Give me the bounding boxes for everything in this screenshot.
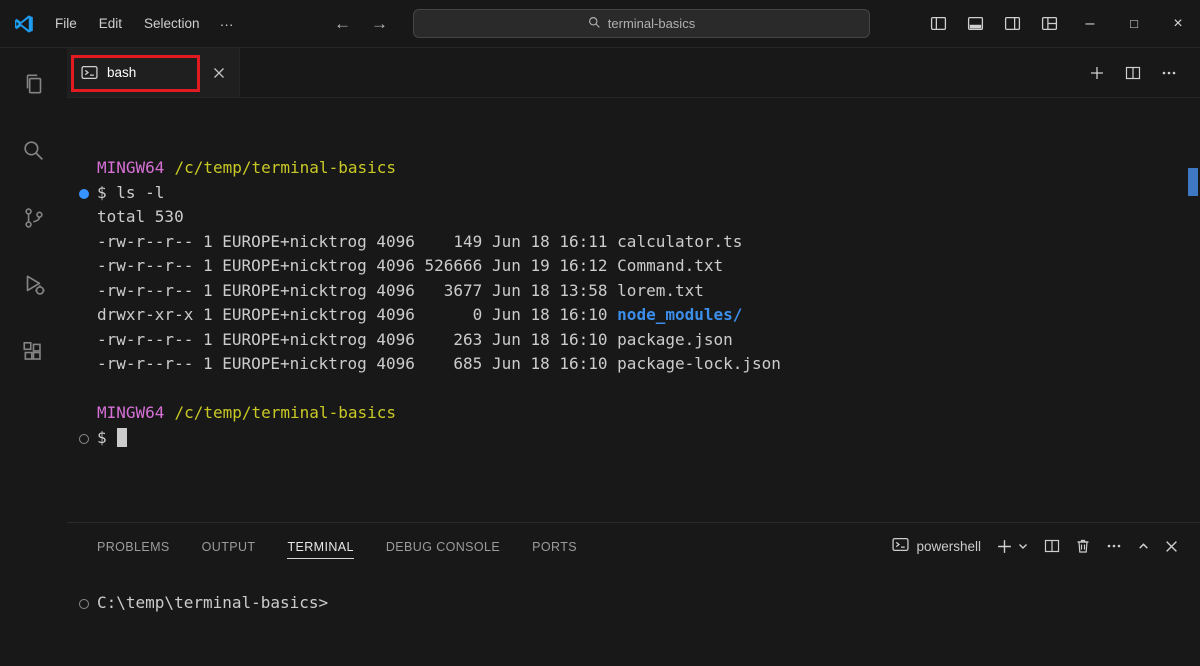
panel-tab-output[interactable]: OUTPUT bbox=[202, 533, 256, 559]
ls-row-meta: -rw-r--r-- 1 EUROPE+nicktrog 4096 149 Ju… bbox=[97, 232, 617, 251]
panel-terminal[interactable]: C:\temp\terminal-basics> bbox=[67, 569, 1200, 666]
prompt-path: /c/temp/terminal-basics bbox=[174, 158, 396, 177]
shell-label: powershell bbox=[916, 539, 981, 554]
maximize-panel-chevron-up-icon[interactable] bbox=[1137, 540, 1150, 553]
editor-terminal[interactable]: MINGW64/c/temp/terminal-basics $ ls -l t… bbox=[67, 98, 1200, 522]
command-center-search[interactable]: terminal-basics bbox=[413, 9, 870, 38]
search-label: terminal-basics bbox=[608, 16, 695, 31]
ls-row: -rw-r--r-- 1 EUROPE+nicktrog 4096 263 Ju… bbox=[97, 328, 1200, 353]
panel-tab-terminal[interactable]: TERMINAL bbox=[287, 533, 353, 559]
close-tab-icon[interactable] bbox=[213, 67, 225, 79]
ls-row-meta: -rw-r--r-- 1 EUROPE+nicktrog 4096 526666… bbox=[97, 256, 617, 275]
vscode-logo-icon bbox=[13, 13, 35, 35]
prompt-host: MINGW64 bbox=[97, 403, 164, 422]
titlebar-right-controls: – □ × bbox=[920, 0, 1200, 48]
new-terminal-plus-icon[interactable] bbox=[1082, 58, 1112, 88]
chevron-down-icon[interactable] bbox=[1017, 540, 1029, 552]
ls-row-name: Command.txt bbox=[617, 256, 723, 275]
menu-edit[interactable]: Edit bbox=[89, 12, 132, 35]
terminal-command-line: $ ls -l bbox=[97, 181, 1200, 206]
toggle-panel-icon[interactable] bbox=[957, 0, 994, 48]
ls-row-meta: drwxr-xr-x 1 EUROPE+nicktrog 4096 0 Jun … bbox=[97, 305, 617, 324]
more-actions-icon[interactable] bbox=[1154, 58, 1184, 88]
new-terminal-plus-icon[interactable] bbox=[996, 538, 1013, 555]
menu-selection[interactable]: Selection bbox=[134, 12, 210, 35]
ls-row-name: lorem.txt bbox=[617, 281, 704, 300]
new-terminal-control bbox=[996, 538, 1029, 555]
prompt-decoration-icon[interactable] bbox=[79, 599, 89, 609]
prompt-symbol: $ bbox=[97, 428, 107, 447]
forward-arrow-icon[interactable]: → bbox=[371, 14, 388, 34]
prompt-path: /c/temp/terminal-basics bbox=[174, 403, 396, 422]
panel-header: PROBLEMS OUTPUT TERMINAL DEBUG CONSOLE P… bbox=[67, 523, 1200, 569]
toggle-primary-sidebar-icon[interactable] bbox=[920, 0, 957, 48]
ls-row-name: package.json bbox=[617, 330, 733, 349]
close-panel-icon[interactable] bbox=[1165, 540, 1178, 553]
workbench-body: bash bbox=[0, 48, 1200, 666]
split-editor-icon[interactable] bbox=[1118, 58, 1148, 88]
ls-row: -rw-r--r-- 1 EUROPE+nicktrog 4096 149 Ju… bbox=[97, 230, 1200, 255]
prompt-decoration-icon[interactable] bbox=[79, 434, 89, 444]
close-window-button[interactable]: × bbox=[1156, 0, 1200, 48]
ls-row-meta: -rw-r--r-- 1 EUROPE+nicktrog 4096 685 Ju… bbox=[97, 354, 617, 373]
scrollbar-decoration[interactable] bbox=[1188, 168, 1198, 196]
ls-row-name: calculator.ts bbox=[617, 232, 742, 251]
panel-tab-problems[interactable]: PROBLEMS bbox=[97, 533, 170, 559]
customize-layout-icon[interactable] bbox=[1031, 0, 1068, 48]
extensions-icon[interactable] bbox=[0, 318, 67, 385]
split-terminal-icon[interactable] bbox=[1044, 538, 1060, 554]
panel-tabs: PROBLEMS OUTPUT TERMINAL DEBUG CONSOLE P… bbox=[97, 533, 577, 559]
kill-terminal-trash-icon[interactable] bbox=[1075, 538, 1091, 554]
tab-bar-actions bbox=[1082, 48, 1200, 97]
menu-file[interactable]: File bbox=[45, 12, 87, 35]
menu-bar: File Edit Selection ··· bbox=[45, 12, 242, 36]
panel-terminal-prompt-line: C:\temp\terminal-basics> bbox=[97, 591, 1200, 616]
terminal-input-line: $ bbox=[97, 426, 1200, 451]
ls-row: -rw-r--r-- 1 EUROPE+nicktrog 4096 3677 J… bbox=[97, 279, 1200, 304]
history-navigation: ← → bbox=[334, 0, 388, 48]
terminal-cursor bbox=[117, 428, 127, 447]
menu-overflow-button[interactable]: ··· bbox=[212, 12, 242, 36]
command-decoration-icon[interactable] bbox=[79, 189, 89, 199]
ls-row-name: package-lock.json bbox=[617, 354, 781, 373]
run-and-debug-icon[interactable] bbox=[0, 251, 67, 318]
editor-area: bash bbox=[67, 48, 1200, 666]
ls-row-name-directory: node_modules/ bbox=[617, 305, 742, 324]
back-arrow-icon[interactable]: ← bbox=[334, 14, 351, 34]
activity-bar bbox=[0, 48, 67, 666]
terminal-icon bbox=[81, 64, 98, 81]
titlebar: File Edit Selection ··· ← → terminal-bas… bbox=[0, 0, 1200, 48]
command-text: $ ls -l bbox=[97, 183, 164, 202]
editor-tab-bar: bash bbox=[67, 48, 1200, 98]
prompt-host: MINGW64 bbox=[97, 158, 164, 177]
search-view-icon[interactable] bbox=[0, 117, 67, 184]
tab-label: bash bbox=[107, 65, 136, 80]
panel-more-actions-icon[interactable] bbox=[1106, 538, 1122, 554]
terminal-prompt-line: MINGW64/c/temp/terminal-basics bbox=[97, 156, 1200, 181]
toggle-secondary-sidebar-icon[interactable] bbox=[994, 0, 1031, 48]
panel-tab-debug-console[interactable]: DEBUG CONSOLE bbox=[386, 533, 500, 559]
explorer-icon[interactable] bbox=[0, 50, 67, 117]
terminal-icon bbox=[892, 536, 909, 556]
terminal-output-total: total 530 bbox=[97, 205, 1200, 230]
ls-row-meta: -rw-r--r-- 1 EUROPE+nicktrog 4096 3677 J… bbox=[97, 281, 617, 300]
ls-row-meta: -rw-r--r-- 1 EUROPE+nicktrog 4096 263 Ju… bbox=[97, 330, 617, 349]
panel-actions: powershell bbox=[892, 536, 1178, 556]
maximize-button[interactable]: □ bbox=[1112, 0, 1156, 48]
panel-prompt-text: C:\temp\terminal-basics> bbox=[97, 593, 328, 612]
terminal-prompt-line: MINGW64/c/temp/terminal-basics bbox=[97, 401, 1200, 426]
search-icon bbox=[588, 16, 601, 32]
ls-row: drwxr-xr-x 1 EUROPE+nicktrog 4096 0 Jun … bbox=[97, 303, 1200, 328]
panel-tab-ports[interactable]: PORTS bbox=[532, 533, 577, 559]
tab-bash[interactable]: bash bbox=[67, 48, 240, 97]
terminal-blank-line bbox=[97, 377, 1200, 402]
ls-row: -rw-r--r-- 1 EUROPE+nicktrog 4096 685 Ju… bbox=[97, 352, 1200, 377]
bottom-panel: PROBLEMS OUTPUT TERMINAL DEBUG CONSOLE P… bbox=[67, 522, 1200, 666]
active-shell-selector[interactable]: powershell bbox=[892, 536, 981, 556]
source-control-icon[interactable] bbox=[0, 184, 67, 251]
ls-row: -rw-r--r-- 1 EUROPE+nicktrog 4096 526666… bbox=[97, 254, 1200, 279]
minimize-button[interactable]: – bbox=[1068, 0, 1112, 48]
vscode-window: File Edit Selection ··· ← → terminal-bas… bbox=[0, 0, 1200, 666]
